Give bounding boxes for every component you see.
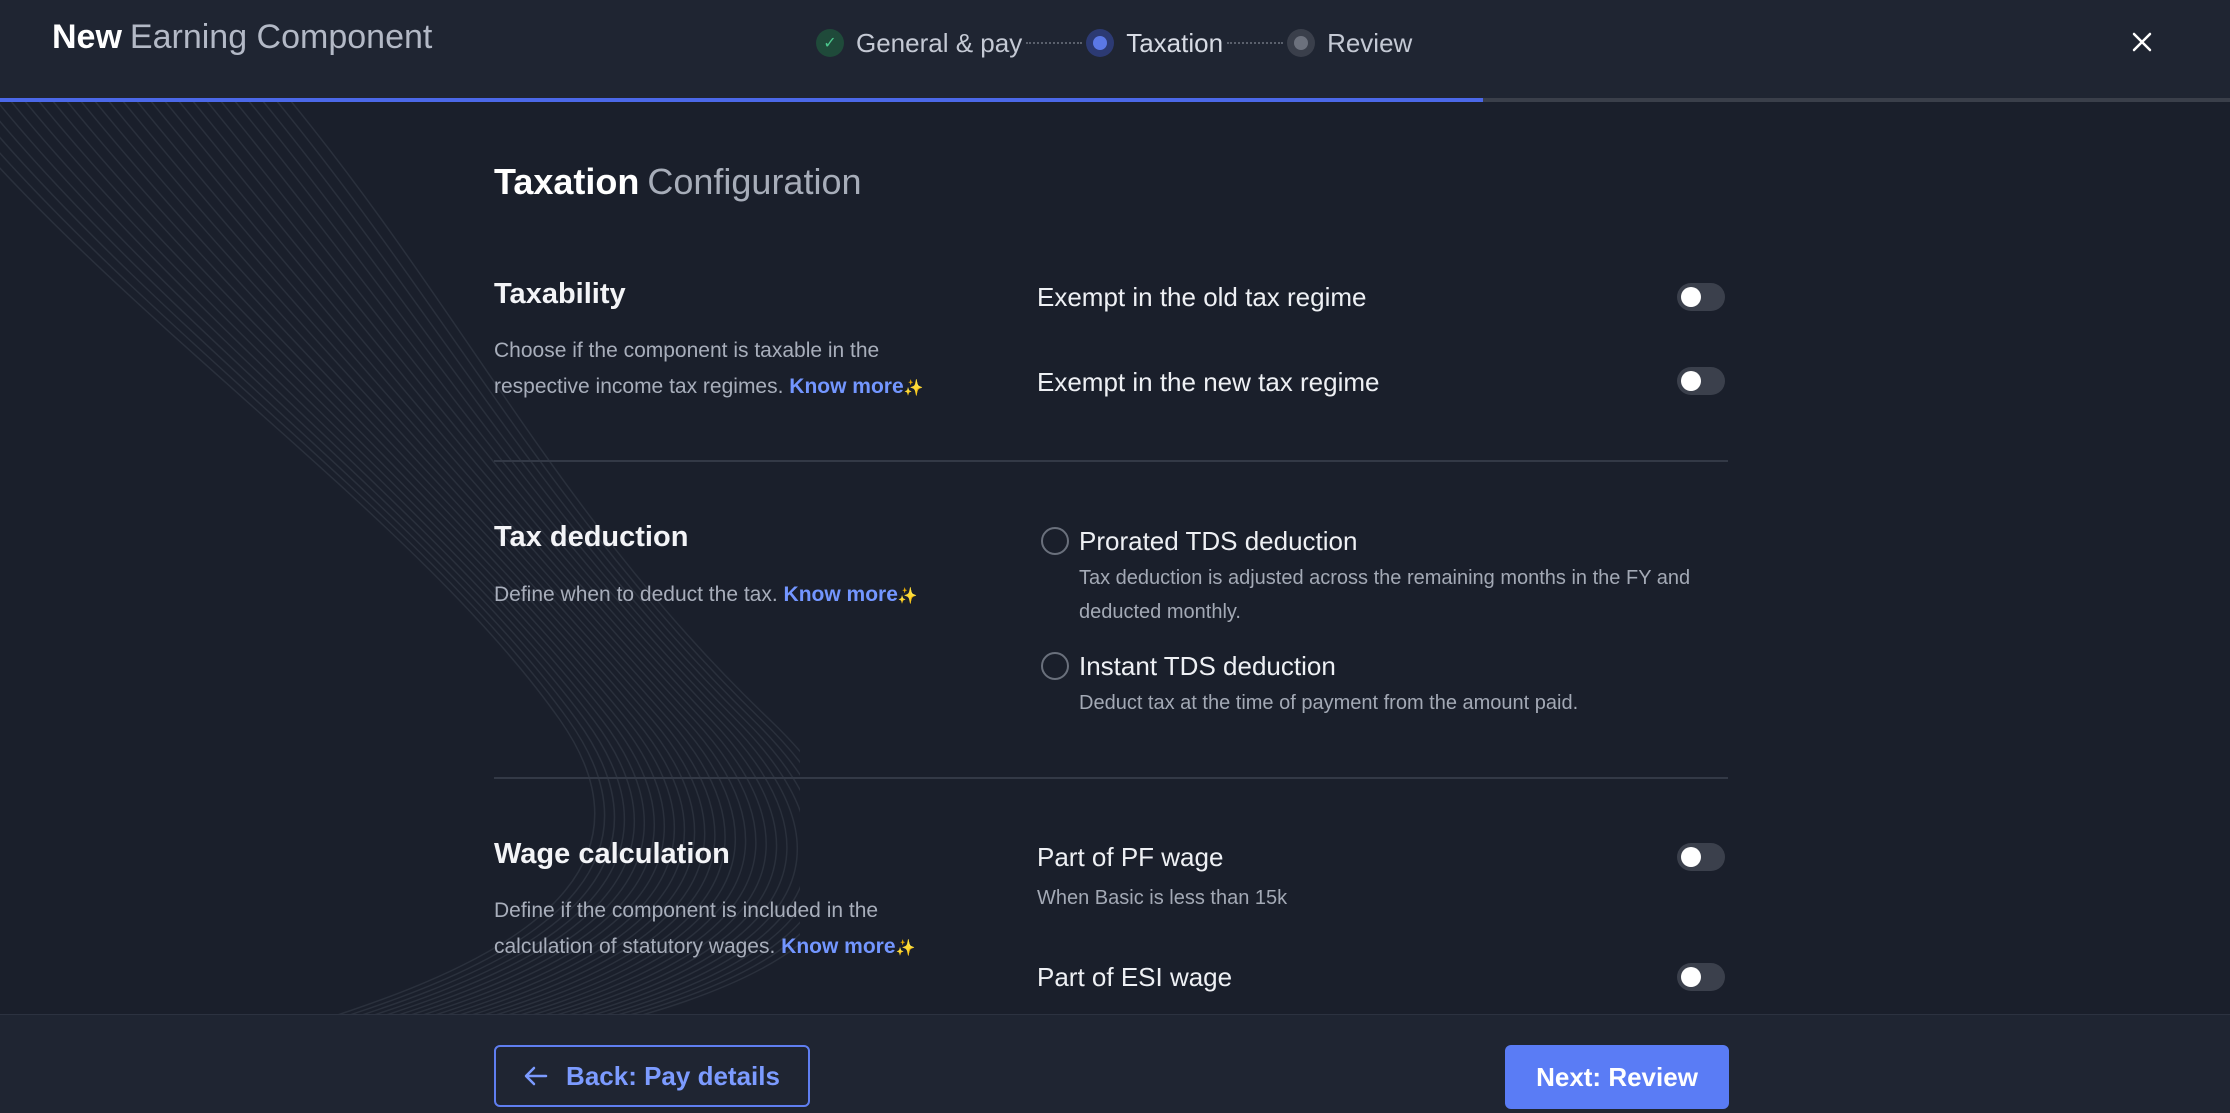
instant-tds-radio[interactable] xyxy=(1041,652,1069,680)
step-connector xyxy=(1227,42,1284,44)
section-divider xyxy=(494,777,1728,779)
exempt-new-regime-label: Exempt in the new tax regime xyxy=(1037,367,1380,397)
prorated-tds-radio[interactable] xyxy=(1041,527,1069,555)
exempt-old-regime-label: Exempt in the old tax regime xyxy=(1037,282,1367,312)
dialog-title-light: Earning Component xyxy=(129,18,433,56)
header-bar: New Earning Component ✓ General & pay Tax… xyxy=(0,0,2230,98)
taxability-title: Taxability xyxy=(494,278,626,310)
exempt-old-regime-toggle[interactable] xyxy=(1677,283,1725,311)
toggle-knob xyxy=(1681,287,1701,307)
step-review[interactable]: Review xyxy=(1287,28,1412,59)
progress-bar xyxy=(0,98,2230,102)
step-connector xyxy=(1026,42,1083,44)
taxability-know-more-link[interactable]: Know more xyxy=(789,375,903,398)
section-divider xyxy=(494,460,1728,462)
tax-deduction-desc-text: Define when to deduct the tax. xyxy=(494,583,778,606)
toggle-knob xyxy=(1681,967,1701,987)
wage-calculation-title: Wage calculation xyxy=(494,838,730,870)
prorated-tds-description: Tax deduction is adjusted across the rem… xyxy=(1079,567,1691,623)
next-button-label: Next: Review xyxy=(1536,1061,1698,1092)
step-general-pay[interactable]: ✓ General & pay xyxy=(816,28,1022,59)
step-label: Taxation xyxy=(1126,27,1224,58)
pending-step-icon xyxy=(1287,29,1316,57)
footer-bar xyxy=(0,1014,2230,1113)
taxability-description: Choose if the component is taxable in th… xyxy=(494,333,964,407)
esi-wage-label: Part of ESI wage xyxy=(1037,962,1233,992)
pf-wage-label: Part of PF wage xyxy=(1037,842,1224,872)
back-button-label: Back: Pay details xyxy=(566,1060,780,1091)
tax-deduction-title: Tax deduction xyxy=(494,521,689,553)
pf-wage-description: When Basic is less than 15k xyxy=(1037,887,1288,909)
prorated-tds-label[interactable]: Prorated TDS deduction xyxy=(1079,526,1357,557)
esi-wage-toggle[interactable] xyxy=(1677,963,1725,991)
stepper: ✓ General & pay Taxation Review xyxy=(816,24,1412,62)
next-button[interactable]: Next: Review xyxy=(1505,1045,1729,1109)
wage-calculation-description: Define if the component is included in t… xyxy=(494,893,964,967)
exempt-new-regime-toggle[interactable] xyxy=(1677,367,1725,395)
page-title-strong: Taxation xyxy=(494,161,640,202)
sparkle-icon: ✨ xyxy=(897,588,918,605)
arrow-left-icon xyxy=(524,1066,548,1086)
dialog-title-strong: New xyxy=(52,18,122,56)
page-title: Taxation Configuration xyxy=(494,160,862,204)
background-wave-pattern xyxy=(0,100,800,1014)
dialog-title: New Earning Component xyxy=(52,16,432,58)
instant-tds-label[interactable]: Instant TDS deduction xyxy=(1079,651,1336,682)
close-icon xyxy=(2132,32,2152,52)
step-taxation[interactable]: Taxation xyxy=(1086,28,1223,59)
tax-deduction-description: Define when to deduct the tax. Know more… xyxy=(494,577,964,615)
toggle-knob xyxy=(1681,371,1701,391)
check-icon: ✓ xyxy=(816,29,844,57)
wage-calculation-know-more-link[interactable]: Know more xyxy=(781,935,895,958)
close-button[interactable] xyxy=(2124,22,2160,62)
pf-wage-toggle[interactable] xyxy=(1677,843,1725,871)
step-label: General & pay xyxy=(856,27,1023,58)
sparkle-icon: ✨ xyxy=(903,380,924,397)
back-button[interactable]: Back: Pay details xyxy=(494,1045,810,1107)
page-title-light: Configuration xyxy=(647,161,862,202)
step-label: Review xyxy=(1327,27,1413,58)
progress-bar-fill xyxy=(0,98,1483,102)
active-step-icon xyxy=(1086,29,1115,57)
sparkle-icon: ✨ xyxy=(895,940,916,957)
tax-deduction-know-more-link[interactable]: Know more xyxy=(784,583,898,606)
instant-tds-description: Deduct tax at the time of payment from t… xyxy=(1079,692,1579,714)
toggle-knob xyxy=(1681,847,1701,867)
